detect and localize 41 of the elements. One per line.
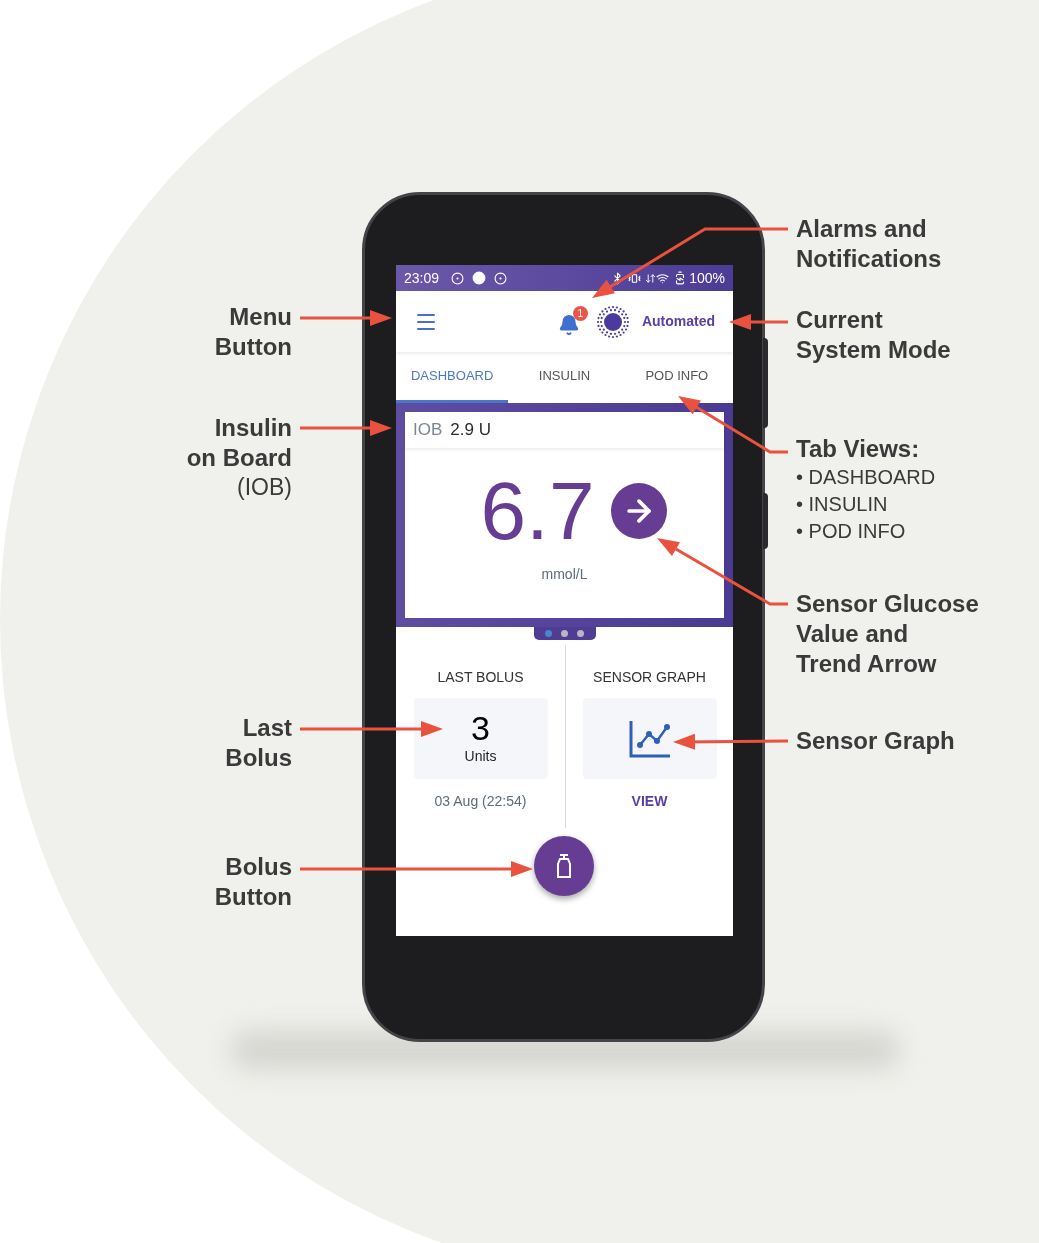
record-icon bbox=[451, 271, 465, 285]
callout-label: Sensor Graph bbox=[796, 726, 955, 756]
status-time: 23:09 bbox=[404, 268, 440, 288]
iob-label: IOB bbox=[413, 419, 443, 442]
bolus-button[interactable] bbox=[534, 836, 594, 896]
notification-badge: 1 bbox=[572, 305, 588, 321]
dot-icon bbox=[472, 271, 487, 285]
widget-title: SENSOR GRAPH bbox=[593, 668, 706, 687]
line-graph-icon bbox=[627, 718, 672, 759]
wifi-icon bbox=[656, 271, 670, 285]
callout-note: (IOB) bbox=[237, 473, 292, 501]
tab[interactable]: POD INFO bbox=[620, 352, 733, 403]
system-mode: Automated bbox=[641, 312, 715, 331]
vibrate-icon bbox=[628, 271, 642, 285]
insulin-vial-icon bbox=[555, 853, 573, 879]
bolus-unit: Units bbox=[464, 747, 497, 766]
bolus-amount: 3 bbox=[471, 710, 490, 746]
notifications-button[interactable]: 1 bbox=[555, 305, 588, 338]
callout-arrow bbox=[729, 314, 788, 330]
callout-list-item: • POD INFO bbox=[796, 519, 906, 544]
glucose-unit: mmol/L bbox=[541, 565, 588, 584]
view-link[interactable]: VIEW bbox=[631, 791, 668, 812]
callout-label: Tab Views: bbox=[796, 434, 920, 464]
tab[interactable]: INSULIN bbox=[508, 352, 621, 403]
callout-label: Last Bolus bbox=[225, 713, 292, 773]
widget-title: LAST BOLUS bbox=[437, 668, 524, 687]
callout-label: Alarms and Notifications bbox=[796, 214, 942, 274]
callout-list-item: • DASHBOARD bbox=[796, 465, 936, 490]
callout-label: Bolus Button bbox=[214, 852, 292, 912]
callout-label: Menu Button bbox=[214, 302, 292, 362]
callout-label: Insulin on Board bbox=[186, 413, 292, 473]
iob-value: 2.9 U bbox=[450, 419, 491, 442]
callout-list-item: • INSULIN bbox=[796, 492, 888, 517]
callout-label: Sensor Glucose Value and Trend Arrow bbox=[796, 589, 979, 679]
data-arrows-icon bbox=[645, 272, 657, 284]
callout-label: Current System Mode bbox=[796, 305, 951, 365]
glucose-value: 6.7 bbox=[480, 470, 595, 552]
battery-level: 100% bbox=[689, 268, 725, 288]
mode-indicator-icon bbox=[595, 304, 630, 339]
target-icon bbox=[494, 271, 508, 285]
bolus-time: 03 Aug (22:54) bbox=[434, 792, 527, 811]
